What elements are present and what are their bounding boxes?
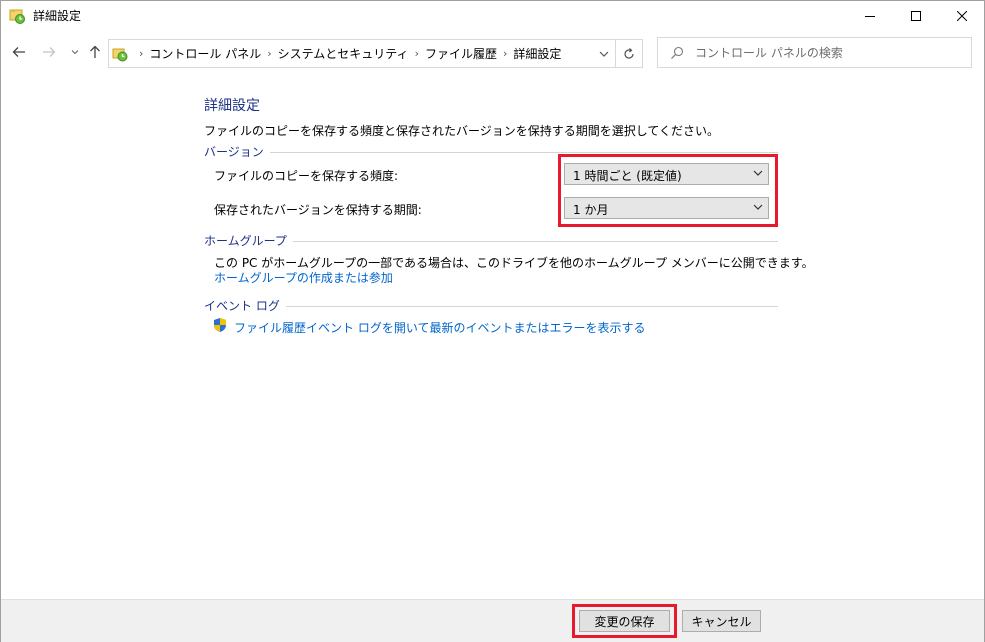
- page-title: 詳細設定: [204, 98, 260, 114]
- recent-locations-button[interactable]: [65, 42, 85, 62]
- section-event-log: イベント ログ: [204, 297, 778, 314]
- cancel-button[interactable]: キャンセル: [682, 610, 761, 632]
- search-box[interactable]: [657, 37, 972, 68]
- up-button[interactable]: [85, 42, 105, 62]
- section-versions: バージョン: [204, 143, 778, 160]
- chevron-down-icon: [753, 204, 763, 210]
- chevron-right-icon[interactable]: ›: [415, 47, 419, 60]
- forward-arrow-icon: [43, 47, 56, 57]
- up-arrow-icon: [90, 45, 100, 58]
- frequency-select[interactable]: 1 時間ごと (既定値): [564, 163, 769, 185]
- back-button[interactable]: [9, 42, 29, 62]
- maximize-button[interactable]: [893, 1, 939, 31]
- back-arrow-icon: [12, 47, 25, 57]
- divider: [285, 305, 778, 307]
- page-description: ファイルのコピーを保存する頻度と保存されたバージョンを保持する期間を選択してくだ…: [204, 124, 720, 138]
- shield-icon: [212, 317, 228, 333]
- address-history-button[interactable]: [593, 40, 615, 67]
- control-panel-icon: [112, 46, 128, 62]
- breadcrumb-item-control-panel[interactable]: コントロール パネル: [149, 45, 261, 62]
- chevron-right-icon[interactable]: ›: [267, 47, 271, 60]
- keep-versions-select-value: 1 か月: [573, 203, 609, 217]
- file-history-icon: [9, 8, 25, 24]
- footer-bar: 変更の保存 キャンセル: [1, 599, 984, 642]
- title-bar: 詳細設定: [1, 1, 984, 32]
- breadcrumb-item-file-history[interactable]: ファイル履歴: [425, 45, 497, 62]
- section-heading: バージョン: [204, 145, 264, 159]
- keep-versions-label: 保存されたバージョンを保持する期間:: [214, 203, 422, 217]
- section-heading: ホームグループ: [204, 234, 287, 248]
- close-icon: [957, 11, 967, 21]
- divider: [269, 151, 778, 153]
- section-heading: イベント ログ: [204, 299, 280, 313]
- chevron-down-icon: [599, 51, 609, 57]
- refresh-icon: [624, 47, 634, 59]
- minimize-icon: [865, 16, 875, 17]
- frequency-label: ファイルのコピーを保存する頻度:: [214, 169, 399, 183]
- search-input[interactable]: [695, 42, 965, 63]
- breadcrumb-item-advanced-settings[interactable]: 詳細設定: [513, 45, 561, 62]
- close-button[interactable]: [939, 1, 985, 31]
- forward-button[interactable]: [39, 42, 59, 62]
- homegroup-link[interactable]: ホームグループの作成または参加: [214, 269, 393, 286]
- advanced-settings-window: 詳細設定 › コントロール パネル › システムとセキュリティ › ファイル履歴…: [0, 0, 985, 642]
- keep-versions-select[interactable]: 1 か月: [564, 197, 769, 219]
- frequency-select-value: 1 時間ごと (既定値): [573, 169, 682, 183]
- save-changes-button[interactable]: 変更の保存: [579, 610, 670, 632]
- search-icon: [670, 46, 684, 60]
- section-homegroup: ホームグループ: [204, 232, 778, 249]
- address-bar[interactable]: › コントロール パネル › システムとセキュリティ › ファイル履歴 › 詳細…: [108, 39, 616, 68]
- minimize-button[interactable]: [847, 1, 893, 31]
- divider: [292, 240, 778, 242]
- maximize-icon: [911, 11, 921, 21]
- window-title: 詳細設定: [33, 9, 82, 23]
- chevron-down-icon: [753, 170, 763, 176]
- chevron-right-icon[interactable]: ›: [503, 47, 507, 60]
- navigation-bar: › コントロール パネル › システムとセキュリティ › ファイル履歴 › 詳細…: [1, 32, 984, 72]
- breadcrumb-item-system-security[interactable]: システムとセキュリティ: [278, 45, 409, 62]
- refresh-button[interactable]: [616, 39, 643, 68]
- chevron-right-icon: ›: [139, 47, 144, 60]
- breadcrumb: › コントロール パネル › システムとセキュリティ › ファイル履歴 › 詳細…: [133, 40, 561, 67]
- chevron-down-icon: [71, 50, 79, 55]
- main-content: 詳細設定 ファイルのコピーを保存する頻度と保存されたバージョンを保持する期間を選…: [1, 72, 984, 600]
- event-log-link[interactable]: ファイル履歴イベント ログを開いて最新のイベントまたはエラーを表示する: [234, 319, 645, 336]
